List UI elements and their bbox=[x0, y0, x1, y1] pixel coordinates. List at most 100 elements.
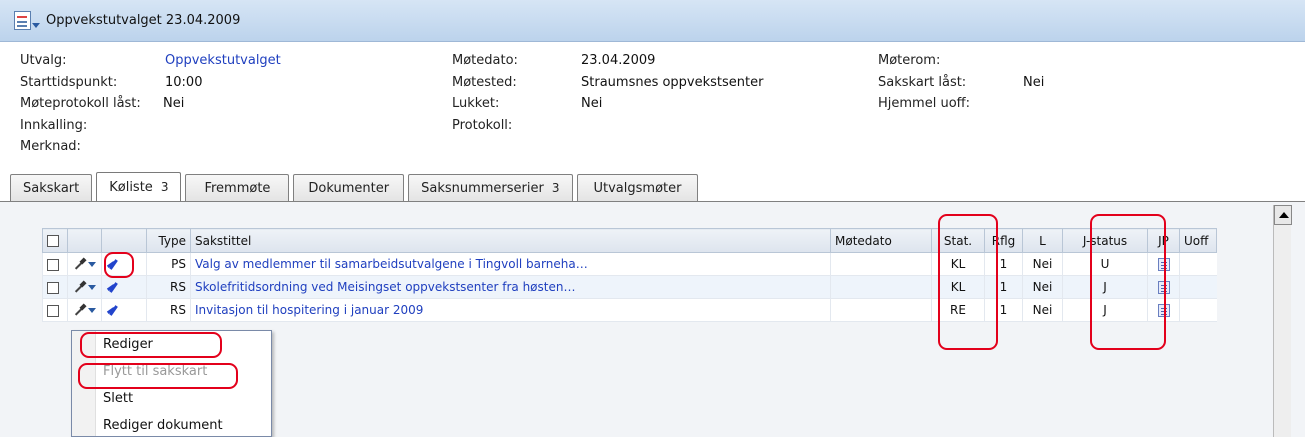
row-actions[interactable] bbox=[67, 275, 102, 299]
chevron-down-icon[interactable] bbox=[88, 285, 96, 290]
header-uoff[interactable]: Uoff bbox=[1179, 228, 1217, 253]
hammer-icon[interactable] bbox=[72, 282, 86, 294]
chevron-down-icon[interactable] bbox=[88, 308, 96, 313]
label-innkalling: Innkalling: bbox=[20, 117, 88, 133]
label-moteprotokoll-last: Møteprotokoll låst: bbox=[20, 96, 141, 111]
row-select[interactable] bbox=[42, 298, 68, 322]
journalpost-icon[interactable] bbox=[1157, 304, 1170, 317]
move-arrow-icon[interactable] bbox=[106, 282, 118, 294]
tab-fremmote[interactable]: Fremmøte bbox=[185, 174, 290, 201]
cell-l: Nei bbox=[1022, 252, 1063, 276]
meta-column-2: Møtedato: 23.04.2009 Møtested: Straumsnes … bbox=[452, 50, 763, 136]
journalpost-icon[interactable] bbox=[1157, 281, 1170, 294]
header-l[interactable]: L bbox=[1022, 228, 1063, 253]
cell-sakstittel[interactable]: Valg av medlemmer til samarbeidsutvalgen… bbox=[190, 252, 831, 276]
label-merknad: Merknad: bbox=[20, 139, 81, 154]
tab-label: Sakskart bbox=[23, 180, 80, 196]
scroll-up-icon[interactable] bbox=[1274, 205, 1292, 225]
header-select-all[interactable] bbox=[42, 228, 68, 253]
tab-count: 3 bbox=[551, 181, 560, 195]
row-move[interactable] bbox=[101, 252, 147, 276]
sakskart-last-value: Nei bbox=[1023, 74, 1045, 90]
move-arrow-icon[interactable] bbox=[106, 305, 118, 317]
cell-jp[interactable] bbox=[1147, 252, 1180, 276]
koliste-grid: Type Sakstittel Møtedato Stat. Rflg L J-… bbox=[42, 228, 1217, 322]
header-actions bbox=[67, 228, 102, 253]
tab-dokumenter[interactable]: Dokumenter bbox=[293, 174, 405, 201]
cell-type: RS bbox=[146, 275, 191, 299]
label-lukket: Lukket: bbox=[452, 96, 500, 111]
meta-column-3: Møterom: Sakskart låst: Nei Hjemmel uoff: bbox=[878, 50, 1044, 115]
tab-count: 3 bbox=[160, 180, 169, 194]
label-protokoll: Protokoll: bbox=[452, 117, 513, 133]
cell-jp[interactable] bbox=[1147, 298, 1180, 322]
table-row[interactable]: RS Invitasjon til hospitering i januar 2… bbox=[42, 298, 1217, 322]
motedato-value: 23.04.2009 bbox=[581, 53, 656, 68]
tab-label: Dokumenter bbox=[308, 180, 390, 196]
tab-utvalgsmoter[interactable]: Utvalgsmøter bbox=[576, 174, 699, 201]
header-jstatus[interactable]: J-status bbox=[1062, 228, 1148, 253]
label-motedato: Møtedato: bbox=[452, 53, 518, 68]
cell-sakstittel[interactable]: Skolefritidsordning ved Meisingset oppve… bbox=[190, 275, 831, 299]
row-checkbox[interactable] bbox=[47, 281, 59, 294]
lukket-value: Nei bbox=[581, 96, 603, 111]
chevron-down-icon[interactable] bbox=[88, 262, 96, 267]
header-motedato[interactable]: Møtedato bbox=[830, 228, 932, 253]
cell-l: Nei bbox=[1022, 298, 1063, 322]
row-select[interactable] bbox=[42, 252, 68, 276]
starttidspunkt-value: 10:00 bbox=[165, 74, 203, 90]
row-actions[interactable] bbox=[67, 252, 102, 276]
cell-rflg: 1 bbox=[984, 275, 1023, 299]
window-title: Oppvekstutvalget 23.04.2009 bbox=[46, 13, 241, 28]
tab-label: Fremmøte bbox=[204, 180, 271, 196]
tab-bar: Sakskart Køliste 3 Fremmøte Dokumenter Sa… bbox=[10, 172, 702, 201]
meeting-document-icon[interactable] bbox=[12, 10, 40, 32]
label-motested: Møtested: bbox=[452, 74, 517, 90]
label-sakskart-last: Sakskart låst: bbox=[878, 74, 967, 90]
menu-item-rediger[interactable]: Rediger bbox=[72, 331, 271, 358]
select-all-checkbox[interactable] bbox=[47, 235, 59, 247]
tab-saksnummerserier[interactable]: Saksnummerserier 3 bbox=[408, 174, 573, 201]
cell-jstatus: U bbox=[1062, 252, 1148, 276]
menu-item-flytt-til-sakskart: Flytt til sakskart bbox=[103, 364, 208, 379]
row-checkbox[interactable] bbox=[47, 258, 59, 271]
vertical-scrollbar[interactable] bbox=[1273, 205, 1292, 437]
menu-item-rediger-dokument[interactable]: Rediger dokument bbox=[72, 412, 271, 437]
row-select[interactable] bbox=[42, 275, 68, 299]
cell-stat: KL bbox=[931, 275, 985, 299]
header-stat[interactable]: Stat. bbox=[931, 228, 985, 253]
hammer-icon[interactable] bbox=[72, 259, 86, 271]
hammer-icon[interactable] bbox=[72, 305, 86, 317]
moteprotokoll-last-value: Nei bbox=[163, 96, 185, 111]
header-jp[interactable]: JP bbox=[1147, 228, 1180, 253]
utvalg-link[interactable]: Oppvekstutvalget bbox=[165, 50, 281, 72]
header-move bbox=[101, 228, 147, 253]
cell-l: Nei bbox=[1022, 275, 1063, 299]
cell-rflg: 1 bbox=[984, 298, 1023, 322]
window-titlebar: Oppvekstutvalget 23.04.2009 bbox=[0, 0, 1305, 42]
row-move[interactable] bbox=[101, 275, 147, 299]
cell-jstatus: J bbox=[1062, 275, 1148, 299]
label-hjemmel-uoff: Hjemmel uoff: bbox=[878, 96, 970, 111]
menu-item-slett[interactable]: Slett bbox=[72, 385, 271, 412]
move-arrow-icon[interactable] bbox=[106, 259, 118, 271]
tab-sakskart[interactable]: Sakskart bbox=[10, 174, 93, 201]
cell-uoff bbox=[1179, 252, 1217, 276]
cell-motedato bbox=[830, 252, 932, 276]
row-actions[interactable] bbox=[67, 298, 102, 322]
journalpost-icon[interactable] bbox=[1157, 258, 1170, 271]
cell-jp[interactable] bbox=[1147, 275, 1180, 299]
label-starttidspunkt: Starttidspunkt: bbox=[20, 74, 118, 90]
tab-koliste[interactable]: Køliste 3 bbox=[96, 172, 182, 201]
tab-label: Køliste bbox=[109, 179, 153, 195]
header-sakstittel[interactable]: Sakstittel bbox=[190, 228, 831, 253]
row-move[interactable] bbox=[101, 298, 147, 322]
motested-value: Straumsnes oppvekstsenter bbox=[581, 74, 764, 90]
cell-sakstittel[interactable]: Invitasjon til hospitering i januar 2009 bbox=[190, 298, 831, 322]
header-type[interactable]: Type bbox=[146, 228, 191, 253]
table-row[interactable]: PS Valg av medlemmer til samarbeidsutval… bbox=[42, 252, 1217, 276]
header-rflg[interactable]: Rflg bbox=[984, 228, 1023, 253]
label-utvalg: Utvalg: bbox=[20, 53, 67, 68]
table-row[interactable]: RS Skolefritidsordning ved Meisingset op… bbox=[42, 275, 1217, 299]
row-checkbox[interactable] bbox=[47, 304, 59, 317]
